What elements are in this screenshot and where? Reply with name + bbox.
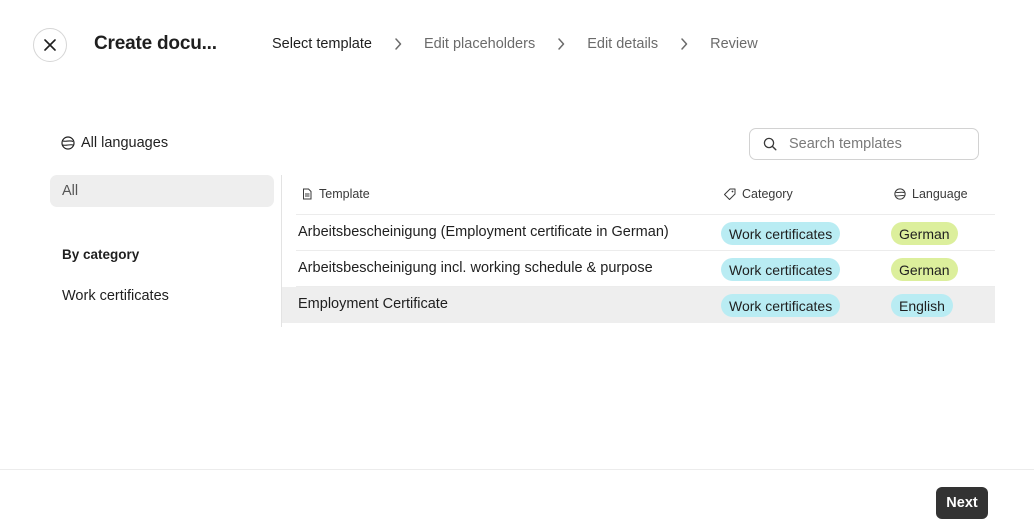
tag-icon (724, 188, 736, 200)
search-icon (763, 137, 777, 151)
search-input[interactable] (789, 136, 969, 152)
step-breadcrumb: Select template Edit placeholders Edit d… (272, 36, 758, 52)
template-name: Arbeitsbescheinigung incl. working sched… (298, 260, 653, 276)
template-name: Arbeitsbescheinigung (Employment certifi… (298, 224, 669, 240)
footer: Next (0, 469, 1034, 528)
chevron-right-icon (372, 38, 424, 50)
page-title: Create docu... (94, 33, 217, 54)
document-icon (303, 188, 312, 200)
globe-icon (894, 188, 906, 200)
column-header-template[interactable]: Template (301, 187, 370, 201)
globe-icon (61, 136, 75, 150)
chevron-right-icon (658, 38, 710, 50)
template-name: Employment Certificate (298, 296, 448, 312)
header: Create docu... Select template Edit plac… (0, 0, 1034, 90)
category-badge: Work certificates (721, 258, 841, 281)
category-badge: Work certificates (721, 222, 841, 245)
sidebar-item-work-certificates[interactable]: Work certificates (62, 288, 169, 304)
table-row[interactable]: Employment Certificate Work certificates… (282, 287, 995, 323)
language-badge: English (891, 294, 953, 317)
language-badge: German (891, 222, 958, 245)
templates-table: Template Category Language Arbeitsbesche… (282, 175, 995, 323)
table-row[interactable]: Arbeitsbescheinigung incl. working sched… (296, 251, 995, 287)
next-button[interactable]: Next (936, 487, 988, 519)
column-header-language[interactable]: Language (894, 187, 968, 201)
close-button[interactable] (33, 28, 67, 62)
language-badge: German (891, 258, 958, 281)
category-badge: Work certificates (721, 294, 841, 317)
language-filter-label: All languages (81, 135, 169, 151)
sidebar-category-heading: By category (62, 247, 140, 262)
language-filter[interactable]: All languages (61, 135, 168, 151)
step-select-template[interactable]: Select template (272, 36, 372, 52)
chevron-right-icon (535, 38, 587, 50)
step-edit-details[interactable]: Edit details (587, 36, 658, 52)
step-edit-placeholders[interactable]: Edit placeholders (424, 36, 535, 52)
table-header: Template Category Language (296, 175, 995, 215)
close-icon (44, 39, 56, 51)
column-header-category[interactable]: Category (724, 187, 793, 201)
step-review[interactable]: Review (710, 36, 758, 52)
sidebar-item-all[interactable]: All (50, 175, 274, 207)
table-row[interactable]: Arbeitsbescheinigung (Employment certifi… (296, 215, 995, 251)
search-box[interactable] (749, 128, 979, 160)
